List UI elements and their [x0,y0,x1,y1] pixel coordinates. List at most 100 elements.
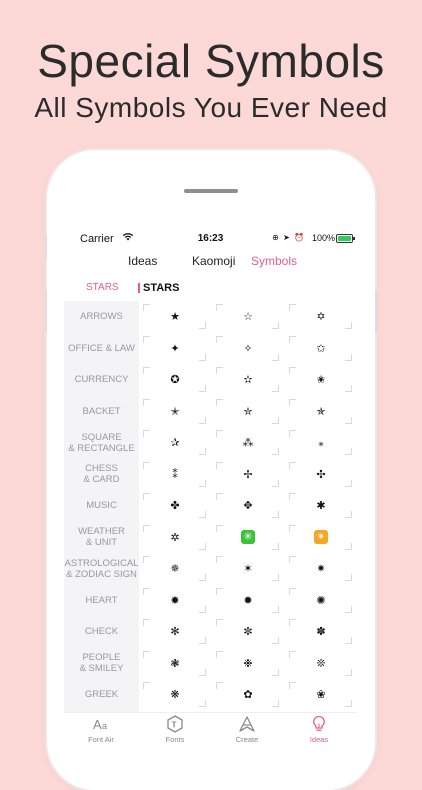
tab-ideas[interactable]: Ideas [128,254,157,268]
create-icon [239,716,255,732]
tab-symbols[interactable]: Symbols [251,254,297,268]
symbol-glyph: ✴ [285,522,357,553]
nav-fonts[interactable]: T Fonts [146,713,204,750]
category-item[interactable]: GREEK [64,679,139,710]
orange-emoji-badge: ✴ [314,530,328,544]
fonts-icon: T [167,715,183,733]
category-item[interactable]: CHESS & CARD [64,459,139,490]
nav-font-air[interactable]: A a Font Air [72,713,130,750]
symbol-glyph: ✷ [316,562,326,575]
symbol-cell[interactable]: ✭ [139,396,211,427]
symbol-cell[interactable]: ✶ [212,553,284,584]
tab-kaomoji[interactable]: Kaomoji [192,254,235,268]
symbol-cell[interactable]: ✫ [212,364,284,395]
app-screen: Carrier 16:23 ⊕ ➤ ⏰ 100% Ideas Kaomoji S… [64,226,357,750]
category-item[interactable]: ASTROLOGICAL & ZODIAC SIGN [64,553,139,584]
symbol-cell[interactable]: ✩ [285,333,357,364]
category-item[interactable]: BACKET [64,396,139,427]
symbol-cell[interactable]: ✮ [212,396,284,427]
category-label: WEATHER & UNIT [78,526,125,548]
symbol-cell[interactable]: ✬ [285,364,357,395]
symbol-cell[interactable]: ✹ [212,585,284,616]
symbol-cell[interactable]: ★ [139,301,211,332]
nav-ideas[interactable]: Ideas [290,713,348,750]
symbol-cell[interactable]: ✣ [285,459,357,490]
location-lock-icon: ⊕ [272,233,280,242]
category-item[interactable]: SQUARE & RECTANGLE [64,427,139,458]
ideas-bulb-icon [313,715,325,731]
symbol-cell[interactable]: ✥ [212,490,284,521]
category-label: ARROWS [80,311,123,322]
category-item[interactable]: OFFICE & LAW [64,333,139,364]
category-label: SQUARE & RECTANGLE [68,431,135,454]
symbol-cell[interactable]: ⁎ [285,427,357,458]
symbol-cell[interactable]: ☆ [212,301,284,332]
category-label: MUSIC [86,500,117,511]
symbol-cell[interactable]: ✼ [212,616,284,647]
symbol-glyph: ⁑ [172,467,178,481]
battery-fill [338,236,351,241]
symbol-cell[interactable]: ⁑ [139,459,211,490]
svg-text:T: T [172,721,177,730]
svg-text:A: A [93,717,102,732]
symbol-glyph: ❀ [316,688,326,701]
current-category-link[interactable]: STARS [86,282,119,293]
symbol-glyph: ✹ [243,593,253,607]
symbol-cell[interactable]: ✧ [212,333,284,364]
status-icons: ⊕ ➤ ⏰ [272,233,305,242]
symbol-cell[interactable]: ❃ [139,648,211,679]
category-label: HEART [85,594,118,606]
symbol-cell[interactable]: ✽ [285,616,357,647]
category-item[interactable]: CHECK [64,616,139,647]
alarm-icon: ⏰ [294,233,305,242]
category-item[interactable]: PEOPLE & SMILEY [64,648,139,679]
symbol-cell[interactable]: ❉ [212,648,284,679]
symbol-glyph: ✿ [243,688,253,701]
category-item[interactable]: WEATHER & UNIT [64,522,139,553]
symbol-cell[interactable]: ✻ [139,616,211,647]
symbol-cell[interactable]: ✰ [139,427,211,458]
symbol-glyph: ✳ [212,522,284,553]
category-item[interactable]: MUSIC [64,490,139,521]
symbol-glyph: ✱ [316,499,326,512]
bottom-nav: A a Font Air T Fonts Create Ideas [64,712,357,750]
symbol-glyph: ⁎ [318,436,324,449]
symbol-glyph: ✵ [170,562,180,575]
symbol-cell[interactable]: ✢ [212,459,284,490]
battery-percent: 100% [311,233,335,243]
symbol-glyph: ✽ [316,625,326,638]
symbol-glyph: ☆ [243,310,253,323]
category-item[interactable]: CURRENCY [64,364,139,395]
symbol-cell[interactable]: ❊ [285,648,357,679]
category-label: CHESS & CARD [83,463,120,485]
symbol-cell[interactable]: ✳ [212,522,284,553]
symbol-cell[interactable]: ✪ [139,364,211,395]
symbol-cell[interactable]: ✤ [139,490,211,521]
symbol-glyph: ✡ [316,310,326,323]
symbol-cell[interactable]: ✵ [139,553,211,584]
symbol-glyph: ❋ [170,688,180,701]
category-label: CHECK [84,626,119,637]
symbol-cell[interactable]: ✴ [285,522,357,553]
symbol-cell[interactable]: ❀ [285,679,357,710]
symbol-cell[interactable]: ✿ [212,679,284,710]
symbol-cell[interactable]: ✦ [139,333,211,364]
section-title: STARS [143,282,180,294]
symbol-cell[interactable]: ✱ [285,490,357,521]
symbol-cell[interactable]: ✸ [139,585,211,616]
symbol-glyph: ✪ [170,373,180,386]
category-item[interactable]: ARROWS [64,301,139,332]
symbol-cell[interactable]: ⁂ [212,427,284,458]
symbol-cell[interactable]: ✡ [285,301,357,332]
symbol-grid: ★ ☆ ✡ ✦ ✧ ✩ ✪ ✫ ✬ ✭ ✮ ✯ ✰ ⁂ ⁎ ⁑ ✢ ✣ ✤ ✥ ✱ ✲ ✳ ✴ ✵ ✶ ✷ ✸ ✹ ✺ ✻ ✼ ✽ ❃ ❉ ❊ ❋ ✿ ❀ [139,301,357,713]
symbol-glyph: ✢ [243,467,253,481]
nav-create[interactable]: Create [218,713,276,750]
symbol-cell[interactable]: ✯ [285,396,357,427]
category-item[interactable]: HEART [64,585,139,616]
symbol-cell[interactable]: ✲ [139,522,211,553]
symbol-cell[interactable]: ✺ [285,585,357,616]
symbol-cell[interactable]: ✷ [285,553,357,584]
phone-side-button-left-2 [44,290,47,332]
symbol-glyph: ✮ [243,404,253,418]
symbol-cell[interactable]: ❋ [139,679,211,710]
